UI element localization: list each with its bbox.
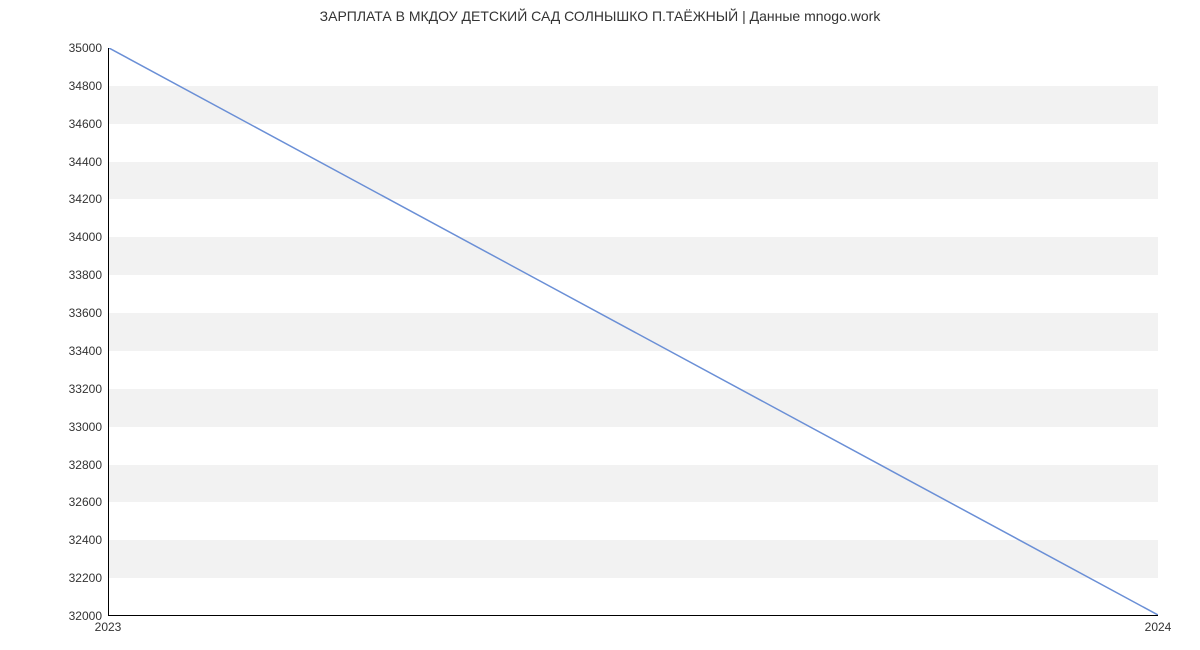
y-tick-label: 33200	[69, 382, 102, 396]
y-tick-label: 34200	[69, 192, 102, 206]
y-tick-label: 33400	[69, 344, 102, 358]
y-tick-label: 34400	[69, 155, 102, 169]
line-series	[109, 48, 1158, 615]
y-tick-label: 35000	[69, 41, 102, 55]
y-tick-label: 33000	[69, 420, 102, 434]
x-tick-label: 2024	[1145, 620, 1172, 634]
y-tick-label: 34600	[69, 117, 102, 131]
y-tick-label: 33800	[69, 268, 102, 282]
data-line	[109, 48, 1158, 615]
y-tick-label: 33600	[69, 306, 102, 320]
chart-title: ЗАРПЛАТА В МКДОУ ДЕТСКИЙ САД СОЛНЫШКО П.…	[0, 8, 1200, 24]
chart-container: ЗАРПЛАТА В МКДОУ ДЕТСКИЙ САД СОЛНЫШКО П.…	[0, 0, 1200, 650]
x-tick-label: 2023	[95, 620, 122, 634]
y-tick-label: 32800	[69, 458, 102, 472]
y-tick-label: 32200	[69, 571, 102, 585]
y-tick-label: 32600	[69, 495, 102, 509]
y-tick-label: 32400	[69, 533, 102, 547]
y-tick-label: 34800	[69, 79, 102, 93]
y-tick-label: 34000	[69, 230, 102, 244]
plot-area	[108, 48, 1158, 616]
